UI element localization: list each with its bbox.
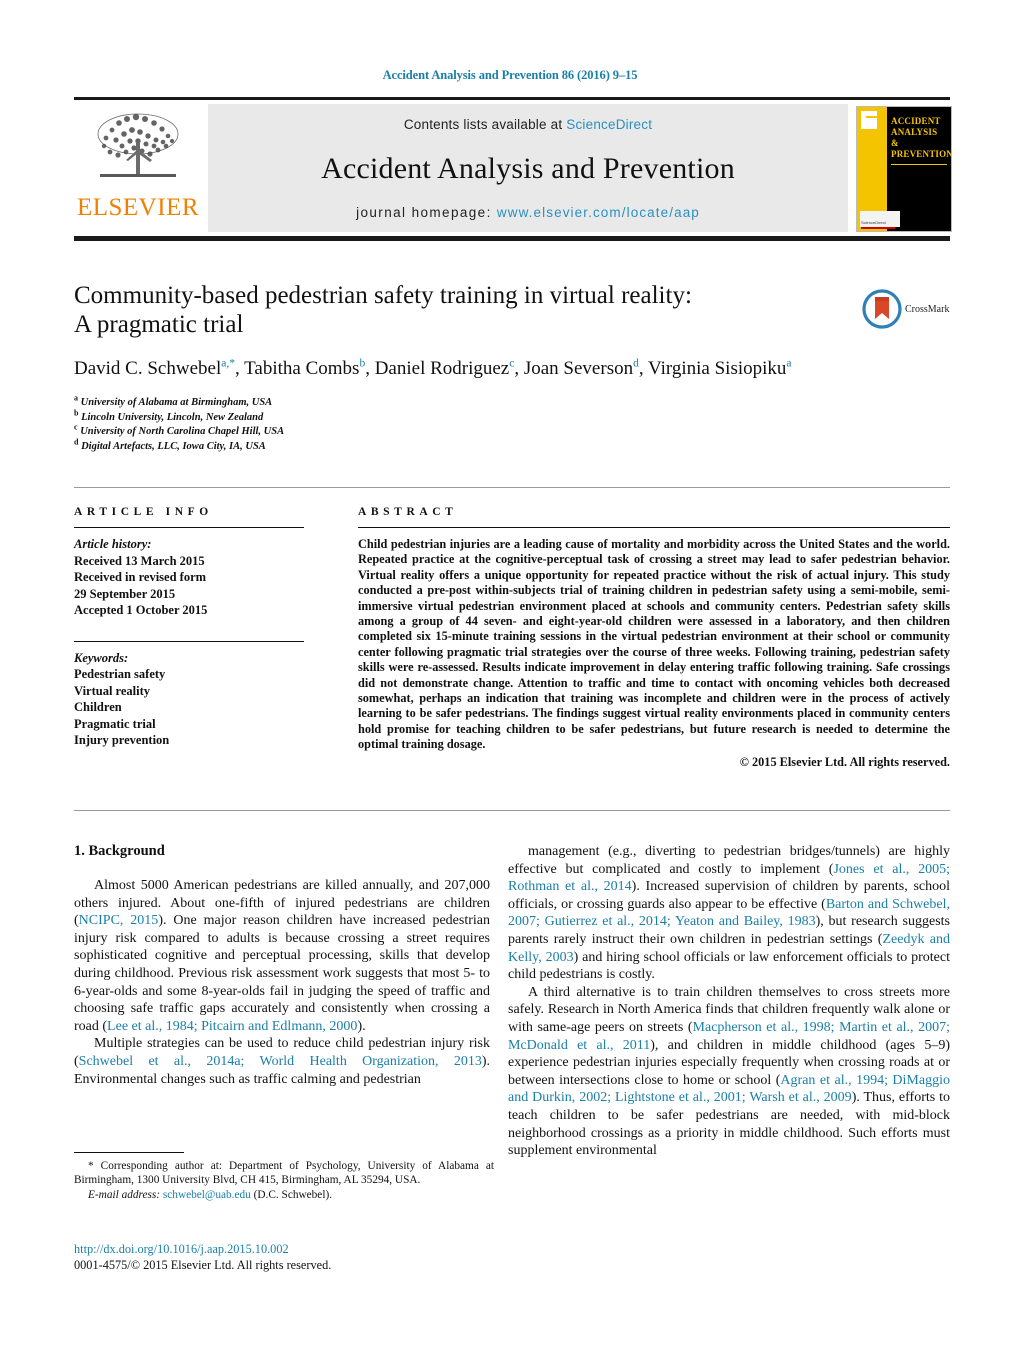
article-history-line: 29 September 2015 — [74, 586, 176, 601]
contents-prefix: Contents lists available at — [403, 117, 567, 132]
crossmark-icon — [862, 289, 902, 329]
author-name: Joan Severson — [523, 358, 634, 379]
running-head: Accident Analysis and Prevention 86 (201… — [382, 68, 638, 82]
article-info-rule — [74, 527, 304, 528]
footnote-text: Corresponding author at: Department of P… — [74, 1160, 494, 1187]
journal-cover-thumbnail[interactable]: ACCIDENT ANALYSIS & PREVENTION ScienceDi… — [856, 104, 952, 232]
article-history-lines: Received 13 March 2015 Received in revise… — [74, 553, 304, 619]
abstract-section-bottom-rule — [74, 810, 950, 811]
email-link[interactable]: schwebel@uab.edu — [163, 1189, 251, 1201]
contents-list-line: Contents lists available at ScienceDirec… — [404, 117, 652, 132]
body-column-right: management (e.g., diverting to pedestria… — [508, 843, 950, 1160]
right-paragraphs: management (e.g., diverting to pedestria… — [508, 843, 950, 1160]
journal-band: Contents lists available at ScienceDirec… — [208, 104, 848, 232]
author-list: David C. Schwebela,*, Tabitha Combsb, Da… — [74, 357, 792, 379]
affiliation-item: d Digital Artefacts, LLC, Iowa City, IA,… — [74, 437, 266, 452]
body-column-left: 1. Background Almost 5000 American pedes… — [74, 843, 490, 1088]
journal-homepage-link[interactable]: www.elsevier.com/locate/aap — [497, 205, 700, 220]
title-line-2: A pragmatic trial — [74, 311, 244, 338]
journal-masthead: ELSEVIER Contents lists available at Sci… — [74, 97, 952, 232]
paragraph-text: ) and hiring school officials or law enf… — [508, 949, 950, 983]
doi-link[interactable]: http://dx.doi.org/10.1016/j.aap.2015.10.… — [74, 1242, 504, 1258]
affiliation-item: b Lincoln University, Lincoln, New Zeala… — [74, 408, 264, 423]
keywords-lines: Pedestrian safety Virtual reality Children… — [74, 666, 304, 749]
citation-link[interactable]: Lee et al., 1984; Pitcairn and Edlmann, … — [107, 1019, 357, 1034]
keyword-item: Pragmatic trial — [74, 716, 156, 731]
article-info-heading: ARTICLE INFO — [74, 506, 213, 518]
section-heading-background: 1. Background — [74, 843, 165, 859]
author-name: Tabitha Combs — [244, 358, 360, 379]
masthead-bottom-rule — [74, 236, 950, 241]
abstract-rule — [358, 527, 950, 528]
left-paragraphs: Almost 5000 American pedestrians are kil… — [74, 877, 490, 1088]
keyword-item: Virtual reality — [74, 683, 151, 698]
title-block: Community-based pedestrian safety traini… — [74, 281, 834, 454]
corresponding-author-footnote: * Corresponding author at: Department of… — [74, 1159, 494, 1202]
elsevier-logo: ELSEVIER — [74, 104, 202, 232]
journal-title: Accident Analysis and Prevention — [321, 151, 735, 185]
abstract-text: Child pedestrian injuries are a leading … — [358, 537, 950, 752]
paragraph-text: ). One major reason children have increa… — [74, 913, 490, 1034]
article-history-line: Received 13 March 2015 — [74, 553, 205, 568]
body-paragraph: Almost 5000 American pedestrians are kil… — [74, 877, 490, 1035]
homepage-prefix: journal homepage: — [356, 205, 497, 220]
crossmark-badge[interactable]: CrossMark — [862, 288, 958, 330]
keyword-item: Children — [74, 700, 122, 714]
keywords-block: Keywords: Pedestrian safety Virtual reali… — [74, 640, 304, 749]
citation-link[interactable]: NCIPC, 2015 — [79, 913, 159, 928]
cover-footer-text: ScienceDirect — [861, 220, 886, 225]
email-label: E-mail address: — [88, 1188, 161, 1201]
author-affiliation-mark: d — [633, 357, 639, 370]
body-paragraph: A third alternative is to train children… — [508, 984, 950, 1160]
crossmark-label: CrossMark — [905, 303, 950, 315]
author-affiliation-mark: b — [359, 357, 366, 370]
sciencedirect-link[interactable]: ScienceDirect — [566, 117, 652, 132]
doi-block: http://dx.doi.org/10.1016/j.aap.2015.10.… — [74, 1242, 504, 1273]
article-history-line: Received in revised form — [74, 570, 207, 584]
article-info-column: ARTICLE INFO Article history: Received 1… — [74, 506, 304, 749]
keywords-rule — [74, 640, 304, 642]
elsevier-wordmark: ELSEVIER — [76, 194, 200, 221]
email-attribution: (D.C. Schwebel). — [250, 1188, 333, 1201]
abstract-copyright: © 2015 Elsevier Ltd. All rights reserved… — [739, 754, 950, 769]
author-name: Daniel Rodriguez — [374, 358, 510, 379]
issn-copyright-line: 0001-4575/© 2015 Elsevier Ltd. All right… — [74, 1257, 332, 1272]
cover-title-text: ACCIDENT ANALYSIS & PREVENTION — [891, 116, 952, 159]
article-history-label: Article history: — [74, 537, 152, 551]
author-affiliation-mark: a — [786, 357, 792, 370]
author-name: Virginia Sisiopiku — [648, 358, 787, 379]
affiliation-item: a University of Alabama at Birmingham, U… — [74, 393, 273, 408]
elsevier-tree-icon — [97, 113, 179, 177]
body-paragraph: management (e.g., diverting to pedestria… — [508, 843, 950, 984]
affiliation-list: a University of Alabama at Birmingham, U… — [74, 393, 834, 454]
affiliation-item: c University of North Carolina Chapel Hi… — [74, 422, 285, 437]
abstract-column: ABSTRACT Child pedestrian injuries are a… — [358, 506, 950, 770]
keywords-label: Keywords: — [74, 650, 129, 665]
paragraph-text: ). — [357, 1018, 366, 1034]
journal-article-page: Accident Analysis and Prevention 86 (201… — [0, 0, 1020, 1351]
author-affiliation-mark: c — [509, 357, 515, 370]
abstract-heading: ABSTRACT — [358, 506, 458, 518]
citation-link[interactable]: Schwebel et al., 2014a; World Health Org… — [79, 1054, 482, 1069]
journal-homepage-line: journal homepage: www.elsevier.com/locat… — [356, 205, 700, 220]
keyword-item: Pedestrian safety — [74, 667, 166, 681]
footnote-separator-rule — [74, 1152, 184, 1153]
author-name: David C. Schwebel — [74, 358, 222, 379]
abstract-section-top-rule — [74, 487, 950, 488]
title-line-1: Community-based pedestrian safety traini… — [74, 282, 692, 309]
author-affiliation-mark: a,* — [221, 357, 235, 370]
body-paragraph: Multiple strategies can be used to reduc… — [74, 1035, 490, 1088]
page-title: Community-based pedestrian safety traini… — [74, 281, 834, 339]
keyword-item: Injury prevention — [74, 733, 170, 747]
article-history-line: Accepted 1 October 2015 — [74, 603, 208, 617]
